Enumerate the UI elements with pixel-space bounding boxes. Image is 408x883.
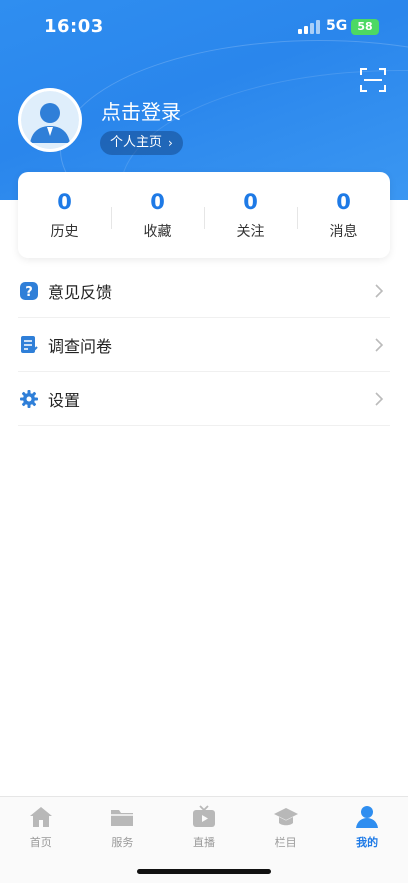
avatar[interactable]	[18, 88, 82, 152]
home-icon	[29, 807, 52, 827]
tab-label: 我的	[356, 836, 379, 849]
tab-mine[interactable]: 我的	[326, 797, 408, 883]
question-icon: ?	[20, 281, 38, 300]
tv-icon	[192, 805, 215, 827]
personal-home-label: 个人主页	[110, 135, 163, 150]
status-time: 16:03	[44, 16, 104, 37]
stat-value: 0	[150, 190, 165, 214]
tab-home[interactable]: 首页	[0, 797, 82, 883]
menu-item-label: 意见反馈	[48, 282, 113, 302]
svg-text:?: ?	[25, 285, 33, 300]
home-indicator	[137, 869, 271, 874]
stat-messages[interactable]: 0 消息	[297, 189, 390, 241]
stat-value: 0	[243, 190, 258, 214]
stat-value: 0	[57, 190, 72, 214]
tab-label: 服务	[111, 836, 134, 849]
status-bar: 16:03 5G 58	[0, 0, 408, 54]
menu-item-label: 调查问卷	[48, 336, 113, 356]
stat-history[interactable]: 0 历史	[18, 189, 111, 241]
stat-value: 0	[336, 190, 351, 214]
menu-item-survey[interactable]: 调查问卷	[18, 318, 390, 372]
graduation-cap-icon	[273, 808, 298, 826]
battery-icon: 58	[351, 19, 379, 35]
chevron-right-icon	[375, 283, 384, 298]
chevron-right-icon	[375, 337, 384, 352]
tab-label: 直播	[192, 836, 215, 849]
stat-label: 收藏	[143, 224, 172, 240]
menu-item-settings[interactable]: 设置	[18, 372, 390, 426]
menu-item-feedback[interactable]: ? 意见反馈	[18, 264, 390, 318]
tab-label: 栏目	[274, 836, 297, 849]
chevron-right-icon	[375, 391, 384, 406]
gear-icon	[20, 389, 38, 408]
stat-favorites[interactable]: 0 收藏	[111, 189, 204, 241]
stats-card: 0 历史 0 收藏 0 关注 0 消息	[18, 172, 390, 258]
chevron-right-icon: ›	[168, 136, 173, 150]
settings-menu: ? 意见反馈 调查问卷 设置	[18, 264, 390, 426]
stat-label: 消息	[329, 224, 358, 240]
login-text[interactable]: 点击登录	[101, 96, 181, 125]
stat-label: 关注	[236, 224, 265, 240]
stat-following[interactable]: 0 关注	[204, 189, 297, 241]
person-icon	[356, 806, 379, 828]
scan-icon[interactable]	[360, 67, 386, 93]
stat-label: 历史	[50, 224, 79, 240]
folder-icon	[111, 810, 134, 826]
survey-icon	[21, 335, 38, 353]
menu-item-label: 设置	[48, 390, 81, 410]
signal-icon	[298, 20, 320, 34]
battery-level: 58	[357, 20, 373, 33]
personal-home-button[interactable]: 个人主页 ›	[100, 131, 183, 155]
network-type: 5G	[326, 18, 348, 34]
tab-label: 首页	[29, 836, 52, 849]
